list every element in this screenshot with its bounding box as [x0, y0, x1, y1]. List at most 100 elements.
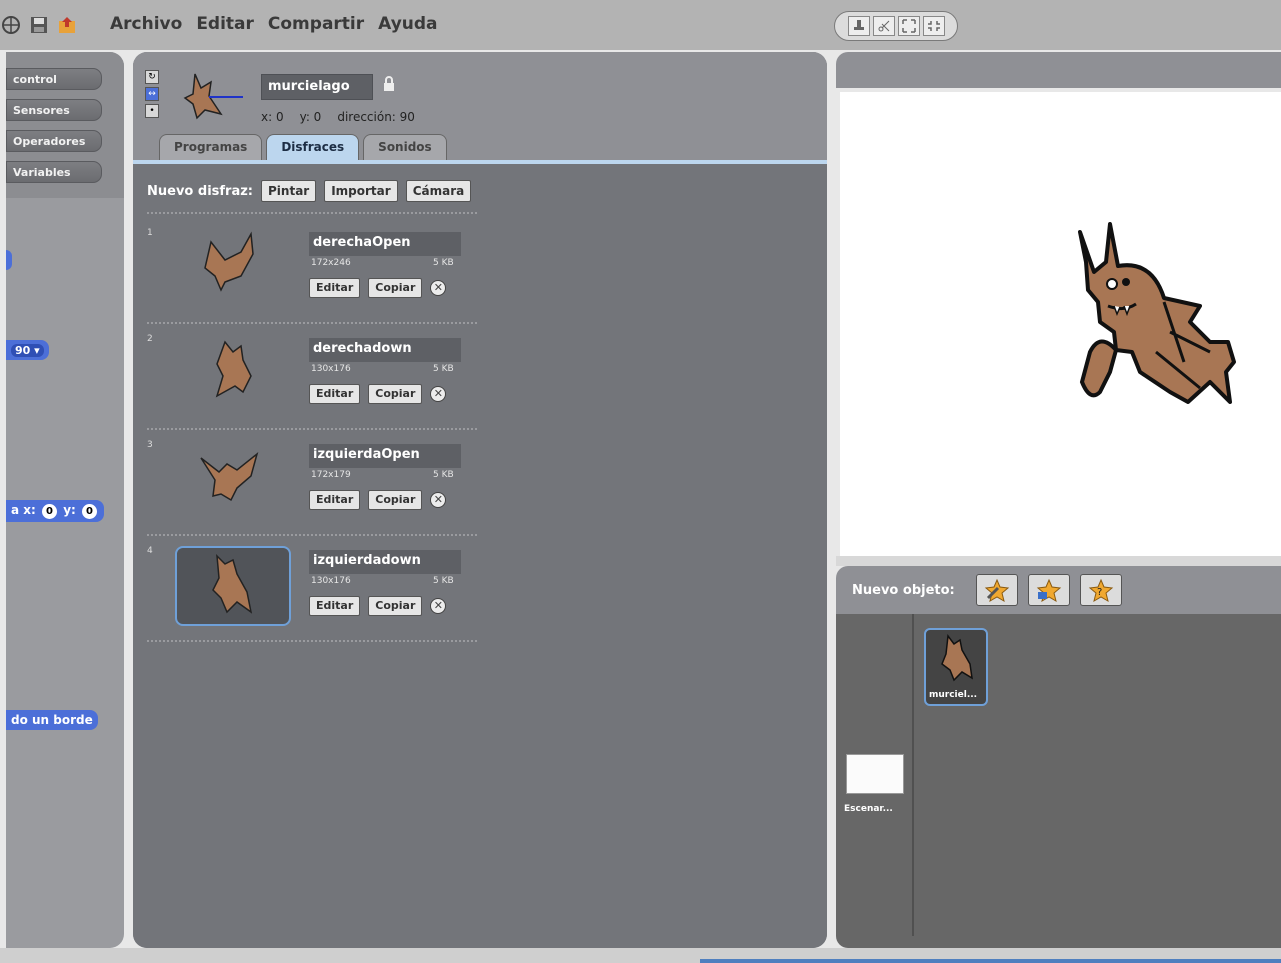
costume-size: 5 KB	[433, 576, 454, 586]
bounce-edge-block[interactable]: do un borde	[6, 710, 98, 730]
stage[interactable]	[840, 92, 1281, 556]
y-readout: y: 0	[299, 110, 322, 124]
menu-help[interactable]: Ayuda	[378, 14, 437, 34]
scissors-icon[interactable]	[872, 16, 895, 36]
costume-size: 5 KB	[433, 470, 454, 480]
costume-dimensions: 130x176	[311, 364, 351, 374]
goto-y-input[interactable]: 0	[82, 504, 98, 519]
delete-costume-icon[interactable]: ✕	[430, 598, 447, 614]
menu-file[interactable]: Archivo	[110, 14, 182, 34]
share-icon[interactable]	[56, 14, 78, 36]
direction-readout: dirección: 90	[337, 110, 415, 124]
stage-thumbnail[interactable]	[846, 754, 904, 794]
save-icon[interactable]	[28, 14, 50, 36]
category-variables[interactable]: Variables	[6, 161, 102, 183]
sprite-tile-label: murciel...	[929, 690, 978, 700]
category-sensing[interactable]: Sensores	[6, 99, 102, 121]
divider	[147, 322, 477, 324]
costume-name-field[interactable]: izquierdaOpen	[309, 444, 461, 468]
sprite-panel: ↻ ↔ • murcielago x: 0 y: 0 dirección: 90…	[133, 52, 827, 948]
costume-row[interactable]: 3 izquierdaOpen 172x179 5 KB Editar Copi…	[147, 440, 487, 540]
costume-size: 5 KB	[433, 364, 454, 374]
paint-button[interactable]: Pintar	[261, 180, 317, 202]
import-button[interactable]: Importar	[324, 180, 398, 202]
stage-header	[836, 52, 1281, 88]
copy-costume-button[interactable]: Copiar	[368, 490, 423, 510]
sprite-tile[interactable]: murciel...	[924, 628, 988, 706]
paint-sprite-icon[interactable]	[976, 574, 1018, 606]
stamp-icon[interactable]	[847, 16, 870, 36]
new-sprite-label: Nuevo objeto:	[852, 583, 955, 598]
new-costume-bar: Nuevo disfraz: Pintar Importar Cámara	[147, 180, 472, 202]
surprise-sprite-icon[interactable]: ?	[1080, 574, 1122, 606]
costume-number: 4	[147, 546, 153, 556]
globe-icon[interactable]	[0, 14, 22, 36]
tab-scripts[interactable]: Programas	[159, 134, 263, 160]
lock-icon[interactable]	[383, 76, 395, 96]
camera-button[interactable]: Cámara	[405, 180, 472, 202]
dropdown-value: 90	[15, 344, 31, 357]
costumes-pane: Nuevo disfraz: Pintar Importar Cámara 1 …	[133, 164, 827, 948]
costume-size: 5 KB	[433, 258, 454, 268]
rotate-leftright-icon[interactable]: ↔	[145, 87, 159, 101]
costume-thumbnail[interactable]	[175, 228, 291, 308]
rotate-all-icon[interactable]: ↻	[145, 70, 159, 84]
delete-costume-icon[interactable]: ✕	[430, 386, 447, 402]
divider	[147, 428, 477, 430]
goto-prefix: a x:	[11, 503, 36, 517]
bat-sprite[interactable]	[1060, 202, 1240, 442]
sprite-coords: x: 0 y: 0 dirección: 90	[261, 110, 415, 124]
motion-block[interactable]	[6, 250, 12, 270]
costume-name-field[interactable]: derechaOpen	[309, 232, 461, 256]
costume-name-field[interactable]: derechadown	[309, 338, 461, 362]
menu-share[interactable]: Compartir	[268, 14, 364, 34]
tab-sounds[interactable]: Sonidos	[363, 134, 447, 160]
goto-y-label: y:	[63, 503, 76, 517]
sprite-header: ↻ ↔ • murcielago x: 0 y: 0 dirección: 90…	[133, 52, 827, 164]
direction-block[interactable]: 90 ▾	[6, 340, 49, 360]
block-palette: control Sensores Operadores Variables 90…	[6, 52, 124, 948]
bottom-scroll-strip	[700, 959, 1281, 963]
delete-costume-icon[interactable]: ✕	[430, 280, 447, 296]
copy-costume-button[interactable]: Copiar	[368, 278, 423, 298]
direction-dropdown[interactable]: 90 ▾	[11, 344, 44, 357]
costume-actions: Editar Copiar ✕	[309, 278, 447, 298]
copy-costume-button[interactable]: Copiar	[368, 596, 423, 616]
costume-thumbnail[interactable]	[175, 334, 291, 414]
shrink-icon[interactable]	[922, 16, 945, 36]
sprite-list: Escenar... murciel...	[836, 614, 1281, 948]
stage-label: Escenar...	[844, 804, 893, 814]
no-rotate-icon[interactable]: •	[145, 104, 159, 118]
goto-xy-block[interactable]: a x: 0 y: 0	[6, 500, 105, 522]
edit-costume-button[interactable]: Editar	[309, 278, 361, 298]
tab-costumes[interactable]: Disfraces	[266, 134, 360, 160]
costume-actions: Editar Copiar ✕	[309, 490, 447, 510]
delete-costume-icon[interactable]: ✕	[430, 492, 447, 508]
sprite-name-field[interactable]: murcielago	[261, 74, 373, 100]
grow-icon[interactable]	[897, 16, 920, 36]
costume-name-field[interactable]: izquierdadown	[309, 550, 461, 574]
edit-costume-button[interactable]: Editar	[309, 384, 361, 404]
stage-toolbar	[834, 11, 958, 41]
menu-edit[interactable]: Editar	[196, 14, 254, 34]
goto-x-input[interactable]: 0	[42, 504, 58, 519]
sprite-tabs: Programas Disfraces Sonidos	[159, 134, 447, 160]
costume-row[interactable]: 2 derechadown 130x176 5 KB Editar Copiar…	[147, 334, 487, 434]
costume-row[interactable]: 1 derechaOpen 172x246 5 KB Editar Copiar…	[147, 228, 487, 328]
new-sprite-bar: Nuevo objeto: ?	[836, 566, 1281, 614]
copy-costume-button[interactable]: Copiar	[368, 384, 423, 404]
choose-sprite-icon[interactable]	[1028, 574, 1070, 606]
costume-thumbnail[interactable]	[175, 440, 291, 520]
costume-dimensions: 172x179	[311, 470, 351, 480]
direction-line[interactable]	[209, 96, 243, 98]
costume-row-selected[interactable]: 4 izquierdadown 130x176 5 KB Editar Copi…	[147, 546, 487, 646]
edit-costume-button[interactable]: Editar	[309, 596, 361, 616]
costume-number: 2	[147, 334, 153, 344]
category-operators[interactable]: Operadores	[6, 130, 102, 152]
costume-thumbnail[interactable]	[175, 546, 291, 626]
edit-costume-button[interactable]: Editar	[309, 490, 361, 510]
category-list: control Sensores Operadores Variables	[6, 52, 124, 198]
stage-separator	[836, 556, 1281, 566]
category-control[interactable]: control	[6, 68, 102, 90]
divider	[147, 212, 477, 214]
